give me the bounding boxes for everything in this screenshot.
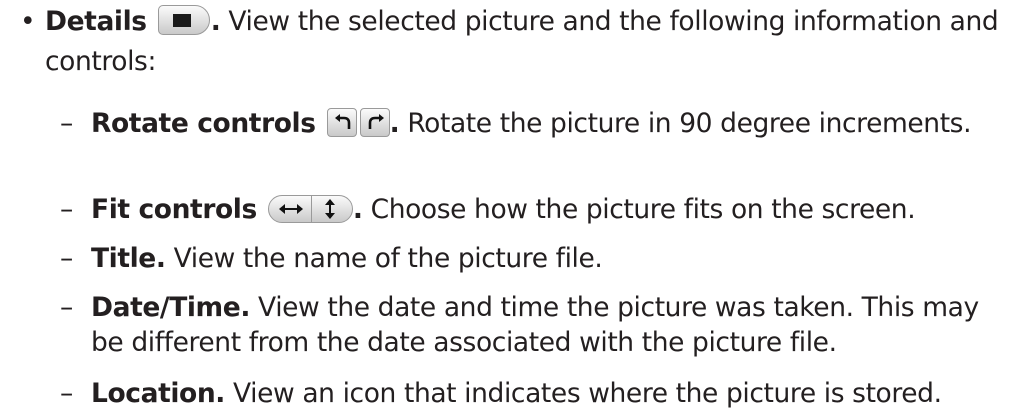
title-description: View the name of the picture file. <box>173 243 603 274</box>
location-description: View an icon that indicates where the pi… <box>233 378 942 409</box>
rotate-controls-heading: Rotate controls <box>91 108 316 139</box>
rotate-right-icon <box>359 108 390 137</box>
details-heading: Details <box>45 6 147 37</box>
date-time-heading: Date/Time. <box>91 292 251 323</box>
fit-width-icon <box>269 196 311 222</box>
fit-height-icon <box>312 196 352 222</box>
dash-marker: – <box>60 378 73 409</box>
details-bullet-item: • Details . View the selected picture an… <box>20 2 1010 82</box>
title-heading: Title. <box>91 243 166 274</box>
details-button-icon <box>157 5 210 35</box>
sub-item-date-time: – Date/Time. View the date and time the … <box>60 290 1010 360</box>
sub-item-rotate-controls: – Rotate controls . Rotate the picture i… <box>60 106 1010 141</box>
details-period: . <box>210 6 221 37</box>
document-page: • Details . View the selected picture an… <box>0 0 1019 418</box>
fit-controls-period: . <box>352 194 363 225</box>
fit-controls-heading: Fit controls <box>91 194 257 225</box>
rotate-controls-period: . <box>389 108 400 139</box>
bullet-dot: • <box>20 6 36 37</box>
sub-item-location: – Location. View an icon that indicates … <box>60 376 1010 411</box>
sub-item-title: – Title. View the name of the picture fi… <box>60 241 1010 276</box>
rotate-controls-description: Rotate the picture in 90 degree incremen… <box>407 108 972 139</box>
dash-marker: – <box>60 108 73 139</box>
location-heading: Location. <box>91 378 225 409</box>
rotate-left-icon <box>326 108 357 137</box>
fit-controls-group <box>267 195 353 223</box>
sub-item-fit-controls: – Fit controls . Choose how the picture … <box>60 192 1010 227</box>
dash-marker: – <box>60 194 73 225</box>
fit-controls-description: Choose how the picture fits on the scree… <box>370 194 916 225</box>
dash-marker: – <box>60 292 73 323</box>
dash-marker: – <box>60 243 73 274</box>
details-paragraph: Details . View the selected picture and … <box>45 2 1010 82</box>
